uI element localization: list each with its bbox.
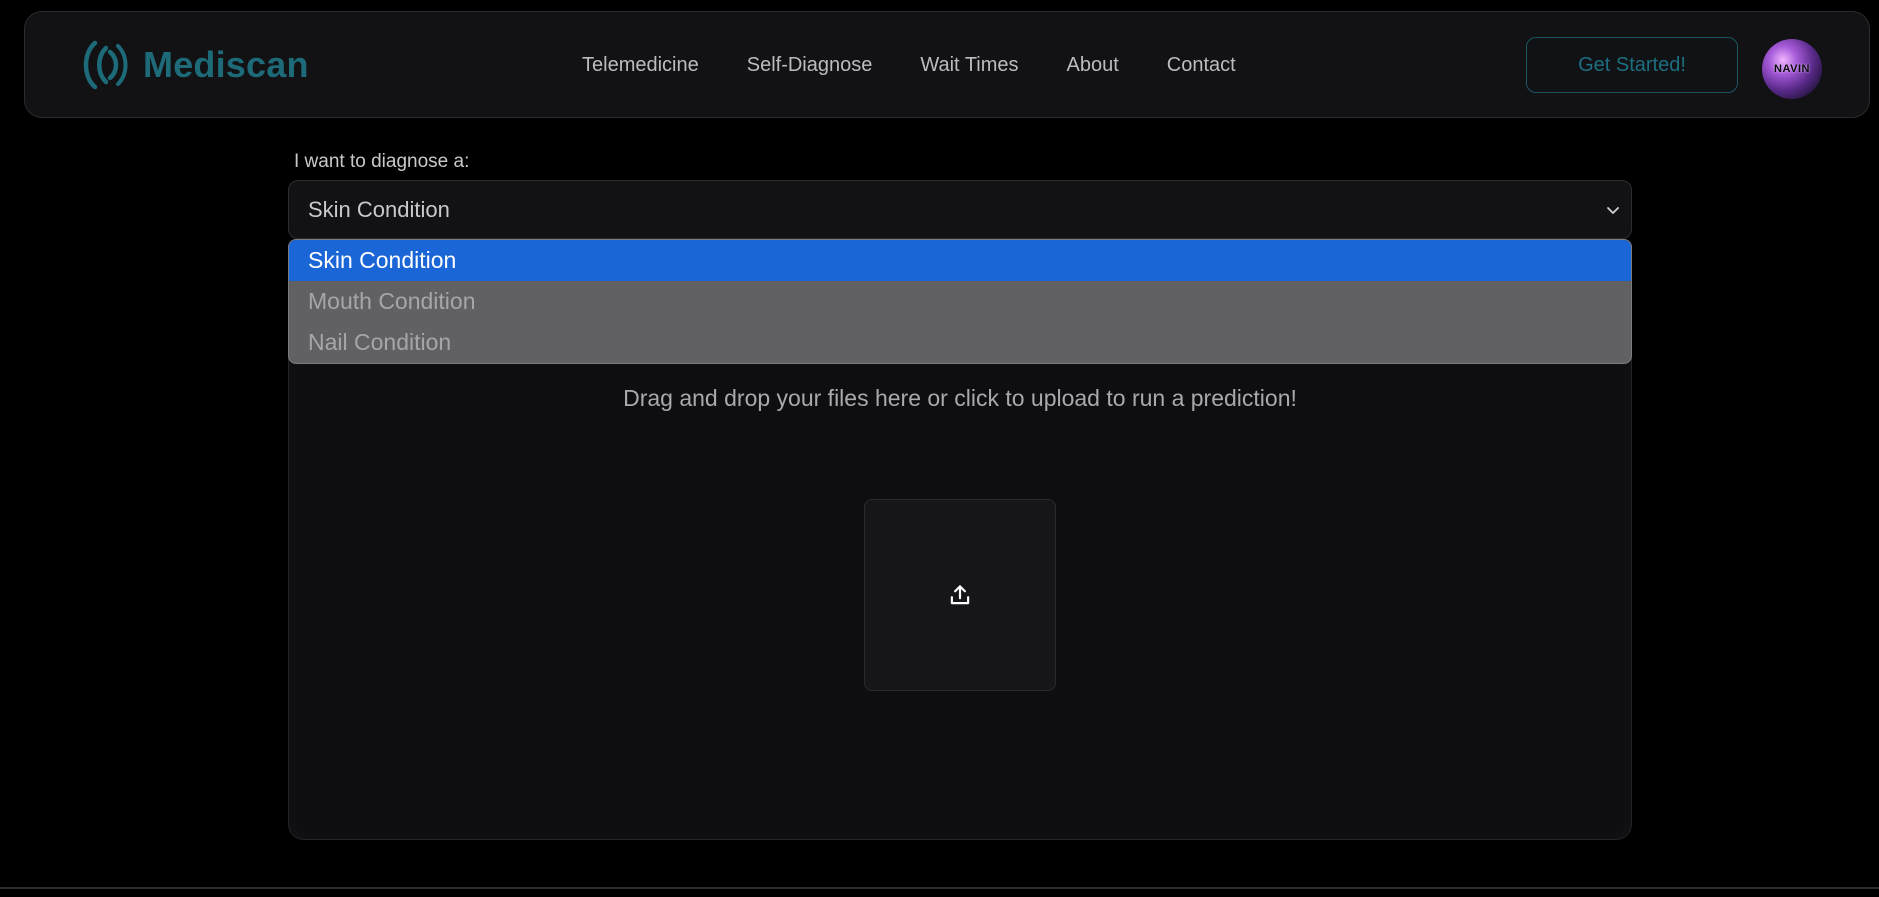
condition-select-value: Skin Condition [308,196,450,222]
nav-link-self-diagnose[interactable]: Self-Diagnose [747,54,873,77]
nav-link-contact[interactable]: Contact [1167,54,1236,77]
brand-name: Mediscan [143,44,309,85]
avatar-text: NAVIN [1774,63,1810,75]
upload-button[interactable] [864,499,1056,691]
upload-prompt: Drag and drop your files here or click t… [623,385,1297,411]
get-started-button[interactable]: Get Started! [1526,37,1738,93]
option-skin-condition[interactable]: Skin Condition [289,240,1631,281]
bottom-divider [0,887,1879,889]
user-avatar[interactable]: NAVIN [1762,39,1822,99]
diagnose-label: I want to diagnose a: [294,151,470,172]
condition-dropdown-list: Skin Condition Mouth Condition Nail Cond… [288,239,1632,364]
chevron-down-icon [1607,207,1619,214]
option-nail-condition[interactable]: Nail Condition [289,322,1631,363]
condition-select[interactable]: Skin Condition [288,180,1632,239]
brand-logo[interactable]: Mediscan [81,39,309,91]
upload-icon [950,585,970,605]
nav-links: Telemedicine Self-Diagnose Wait Times Ab… [582,52,1236,78]
option-mouth-condition[interactable]: Mouth Condition [289,281,1631,322]
nav-link-telemedicine[interactable]: Telemedicine [582,54,699,77]
sound-wave-logo-icon [83,40,128,90]
top-navbar: Mediscan Telemedicine Self-Diagnose Wait… [24,11,1870,118]
nav-link-wait-times[interactable]: Wait Times [920,54,1018,77]
nav-link-about[interactable]: About [1067,54,1119,77]
